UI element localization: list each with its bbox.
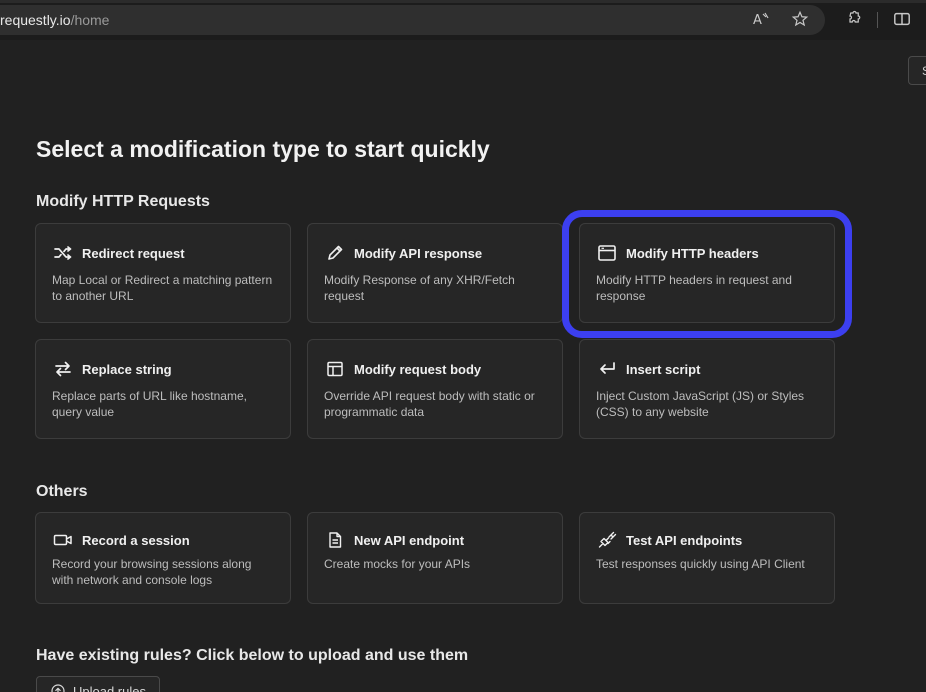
highlight-ring [562, 210, 852, 338]
browser-toolbar: requestly.io/home A [0, 0, 926, 40]
section-title-http: Modify HTTP Requests [36, 193, 210, 210]
card-title: Insert script [626, 361, 701, 377]
top-right-button-label: S [922, 64, 926, 78]
address-bar[interactable] [0, 5, 825, 35]
section-title-upload: Have existing rules? Click below to uplo… [36, 647, 469, 664]
swap-arrows-icon [52, 359, 74, 379]
card-description: Inject Custom JavaScript (JS) or Styles … [596, 389, 805, 419]
card-title: Redirect request [82, 245, 185, 261]
card-description: Override API request body with static or… [324, 389, 535, 419]
card-test-api-endpoints[interactable]: Test API endpoints Test responses quickl… [579, 512, 835, 604]
pencil-icon [324, 243, 346, 263]
document-icon [324, 530, 346, 550]
card-title: Record a session [82, 532, 190, 548]
toolbar-separator [877, 12, 878, 28]
card-description: Create mocks for your APIs [324, 557, 471, 571]
extensions-icon[interactable] [842, 8, 864, 30]
card-modify-api-response[interactable]: Modify API response Modify Response of a… [307, 223, 563, 323]
card-insert-script[interactable]: Insert script Inject Custom JavaScript (… [579, 339, 835, 439]
video-camera-icon [52, 530, 74, 550]
shuffle-icon [52, 243, 74, 263]
top-right-button[interactable]: S [908, 56, 926, 85]
url-host: requestly.io [0, 12, 71, 28]
card-title: New API endpoint [354, 532, 465, 548]
card-title: Modify API response [354, 245, 483, 261]
url-path: /home [70, 12, 110, 28]
upload-icon [51, 684, 65, 692]
plug-icon [596, 530, 618, 550]
tab-strip-edge [0, 0, 926, 3]
card-description: Map Local or Redirect a matching pattern… [52, 273, 273, 303]
upload-rules-label: Upload rules [73, 683, 146, 692]
card-new-api-endpoint[interactable]: New API endpoint Create mocks for your A… [307, 512, 563, 604]
card-title: Replace string [82, 361, 172, 377]
card-modify-request-body[interactable]: Modify request body Override API request… [307, 339, 563, 439]
card-record-session[interactable]: Record a session Record your browsing se… [35, 512, 291, 604]
svg-text:A: A [753, 13, 762, 27]
card-description: Replace parts of URL like hostname, quer… [52, 389, 247, 419]
page-title: Select a modification type to start quic… [36, 136, 490, 162]
layout-icon [324, 359, 346, 379]
card-redirect-request[interactable]: Redirect request Map Local or Redirect a… [35, 223, 291, 323]
enter-arrow-icon [596, 359, 618, 379]
card-description: Modify Response of any XHR/Fetch request [324, 273, 515, 303]
card-description: Record your browsing sessions along with… [52, 557, 252, 587]
favorite-star-icon[interactable] [789, 8, 811, 30]
card-title: Test API endpoints [626, 532, 743, 548]
card-replace-string[interactable]: Replace string Replace parts of URL like… [35, 339, 291, 439]
card-description: Test responses quickly using API Client [596, 557, 805, 571]
section-title-others: Others [36, 483, 88, 500]
split-screen-icon[interactable] [891, 8, 913, 30]
read-aloud-icon[interactable]: A [750, 8, 772, 30]
card-title: Modify request body [354, 361, 482, 377]
address-url[interactable]: requestly.io/home [0, 12, 109, 28]
upload-rules-button[interactable]: Upload rules [36, 676, 160, 692]
